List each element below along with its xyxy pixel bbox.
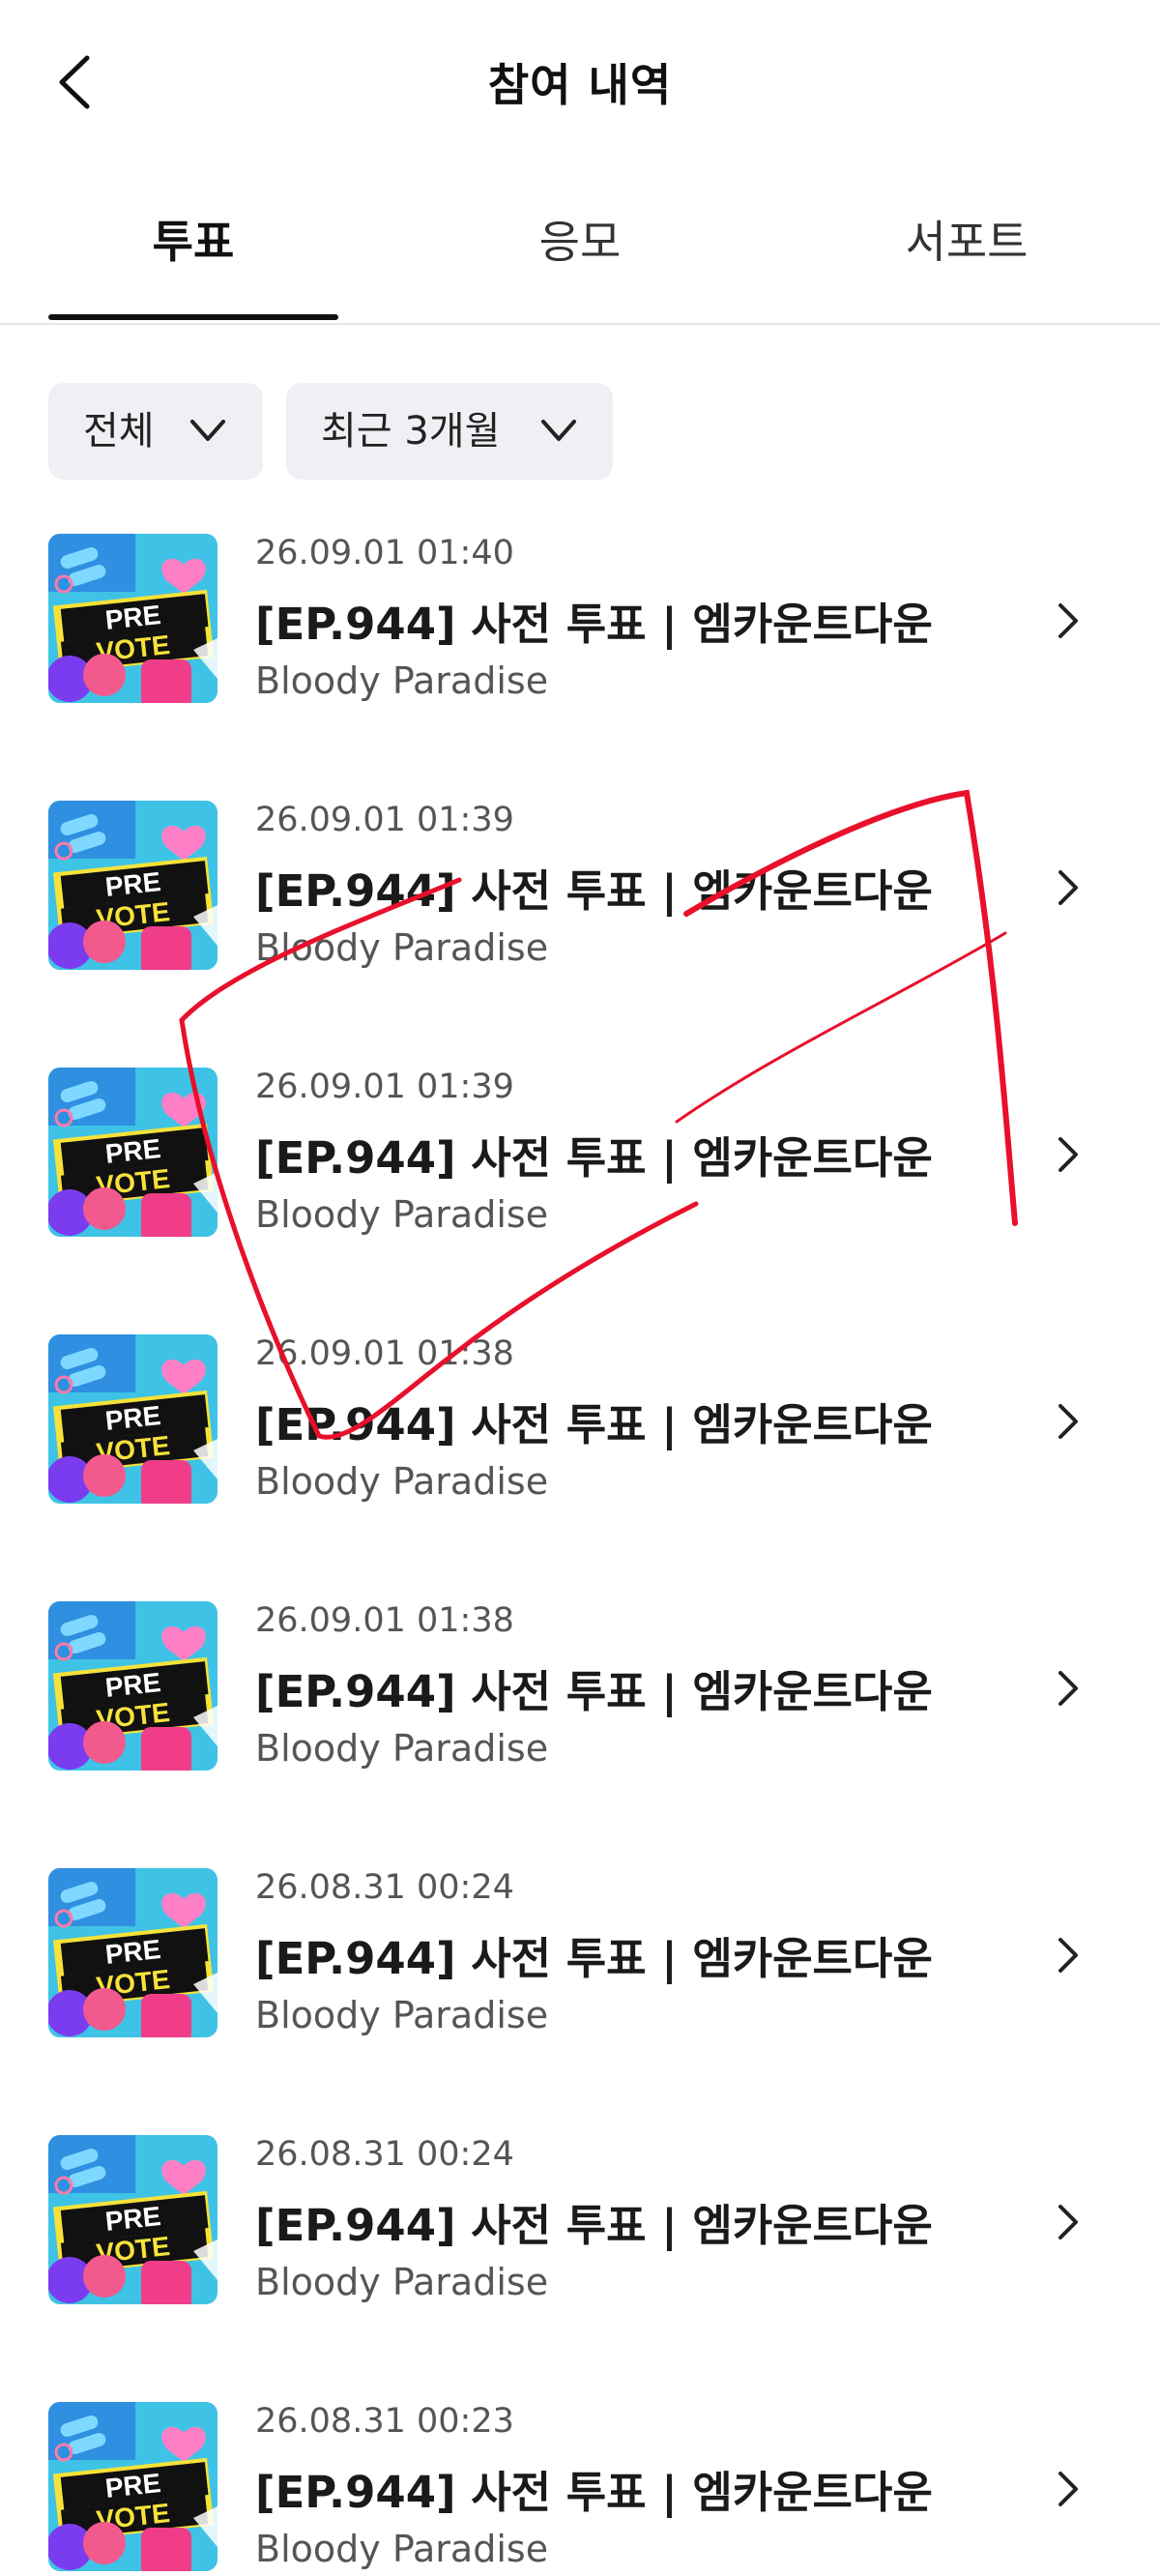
list-item[interactable]: PRE VOTE 26.08.31 00:24 [EP.944] 사전 투표 |… xyxy=(0,1868,1160,2042)
prevote-thumbnail: PRE VOTE xyxy=(48,2135,218,2304)
item-subtitle: Bloody Paradise xyxy=(255,2261,549,2303)
item-title: [EP.944] 사전 투표 | 엠카운트다운 xyxy=(255,599,933,650)
item-date: 26.08.31 00:24 xyxy=(255,1868,514,1907)
item-date: 26.09.01 01:40 xyxy=(255,534,514,572)
chevron-right-icon[interactable] xyxy=(1054,866,1083,909)
list-item[interactable]: PRE VOTE 26.09.01 01:38 [EP.944] 사전 투표 |… xyxy=(0,1334,1160,1508)
item-date: 26.09.01 01:39 xyxy=(255,801,514,839)
item-date: 26.08.31 00:23 xyxy=(255,2402,514,2441)
item-title: [EP.944] 사전 투표 | 엠카운트다운 xyxy=(255,2467,933,2518)
prevote-thumbnail: PRE VOTE xyxy=(48,1601,218,1771)
thumb-text-line1: PRE xyxy=(103,2201,162,2237)
tab-bar: 투표 응모 서포트 xyxy=(0,203,1160,325)
list-item[interactable]: PRE VOTE 26.08.31 00:23 [EP.944] 사전 투표 |… xyxy=(0,2402,1160,2576)
item-subtitle: Bloody Paradise xyxy=(255,1460,549,1503)
item-title: [EP.944] 사전 투표 | 엠카운트다운 xyxy=(255,865,933,917)
prevote-thumbnail: PRE VOTE xyxy=(48,801,218,970)
chevron-right-icon[interactable] xyxy=(1054,1400,1083,1443)
prevote-thumbnail: PRE VOTE xyxy=(48,1334,218,1504)
chevron-right-icon[interactable] xyxy=(1054,1934,1083,1976)
thumb-text-line1: PRE xyxy=(103,1133,162,1169)
chevron-right-icon[interactable] xyxy=(1054,2201,1083,2243)
list-item[interactable]: PRE VOTE 26.08.31 00:24 [EP.944] 사전 투표 |… xyxy=(0,2135,1160,2309)
prevote-thumbnail: PRE VOTE xyxy=(48,534,218,703)
item-subtitle: Bloody Paradise xyxy=(255,2528,549,2570)
prevote-thumbnail: PRE VOTE xyxy=(48,2402,218,2571)
tab-support[interactable]: 서포트 xyxy=(822,203,1112,319)
item-subtitle: Bloody Paradise xyxy=(255,1193,549,1236)
page-title: 참여 내역 xyxy=(487,59,673,111)
item-title: [EP.944] 사전 투표 | 엠카운트다운 xyxy=(255,2200,933,2251)
item-subtitle: Bloody Paradise xyxy=(255,659,549,702)
thumb-text-line1: PRE xyxy=(103,866,162,902)
item-date: 26.09.01 01:38 xyxy=(255,1334,514,1373)
thumb-text-line1: PRE xyxy=(103,1934,162,1970)
item-subtitle: Bloody Paradise xyxy=(255,1727,549,1770)
period-filter-dropdown[interactable]: 최근 3개월 xyxy=(286,383,613,480)
active-tab-indicator xyxy=(48,314,338,320)
header: 참여 내역 xyxy=(0,0,1160,169)
thumb-text-line1: PRE xyxy=(103,1400,162,1436)
item-title: [EP.944] 사전 투표 | 엠카운트다운 xyxy=(255,1933,933,1984)
prevote-thumbnail: PRE VOTE xyxy=(48,1868,218,2037)
list-item[interactable]: PRE VOTE 26.09.01 01:39 [EP.944] 사전 투표 |… xyxy=(0,1068,1160,1242)
thumb-text-line1: PRE xyxy=(103,600,162,635)
list-item[interactable]: PRE VOTE 26.09.01 01:40 [EP.944] 사전 투표 |… xyxy=(0,534,1160,708)
chevron-down-icon xyxy=(541,420,576,441)
chevron-down-icon xyxy=(190,420,225,441)
period-filter-label: 최근 3개월 xyxy=(321,409,501,454)
item-date: 26.09.01 01:38 xyxy=(255,1601,514,1640)
item-subtitle: Bloody Paradise xyxy=(255,926,549,969)
item-title: [EP.944] 사전 투표 | 엠카운트다운 xyxy=(255,1399,933,1450)
thumb-text-line1: PRE xyxy=(103,1667,162,1703)
chevron-right-icon[interactable] xyxy=(1054,2468,1083,2510)
chevron-right-icon[interactable] xyxy=(1054,600,1083,642)
tab-entry[interactable]: 응모 xyxy=(435,203,725,319)
prevote-thumbnail: PRE VOTE xyxy=(48,1068,218,1237)
thumb-text-line1: PRE xyxy=(103,2468,162,2503)
tab-vote[interactable]: 투표 xyxy=(48,203,338,319)
item-title: [EP.944] 사전 투표 | 엠카운트다운 xyxy=(255,1666,933,1717)
item-date: 26.09.01 01:39 xyxy=(255,1068,514,1106)
type-filter-dropdown[interactable]: 전체 xyxy=(48,383,263,480)
list-item[interactable]: PRE VOTE 26.09.01 01:38 [EP.944] 사전 투표 |… xyxy=(0,1601,1160,1775)
item-date: 26.08.31 00:24 xyxy=(255,2135,514,2174)
item-subtitle: Bloody Paradise xyxy=(255,1994,549,2036)
item-title: [EP.944] 사전 투표 | 엠카운트다운 xyxy=(255,1132,933,1184)
type-filter-label: 전체 xyxy=(83,409,155,454)
chevron-right-icon[interactable] xyxy=(1054,1133,1083,1176)
chevron-right-icon[interactable] xyxy=(1054,1667,1083,1710)
list-item[interactable]: PRE VOTE 26.09.01 01:39 [EP.944] 사전 투표 |… xyxy=(0,801,1160,975)
